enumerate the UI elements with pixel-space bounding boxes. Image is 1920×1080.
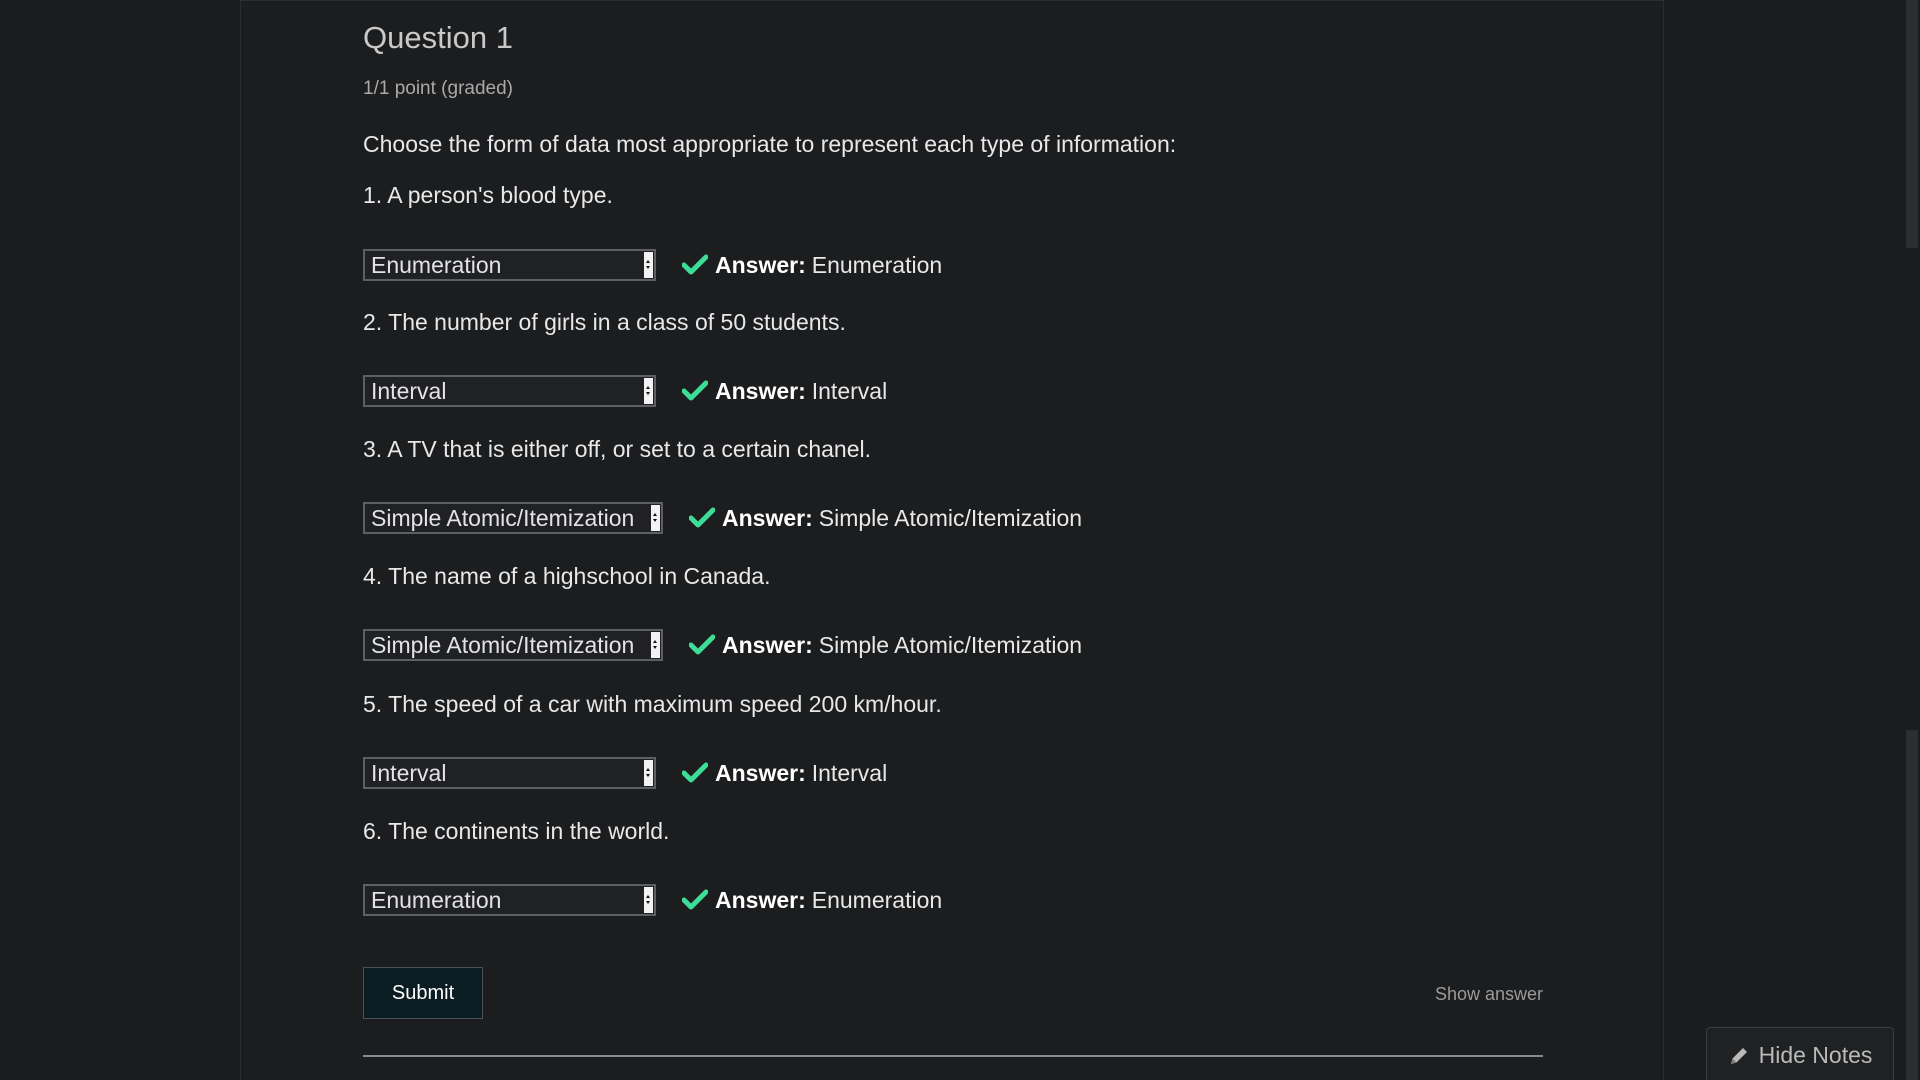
scrollbar-thumb[interactable] [1906, 0, 1918, 248]
answer-select-value: Interval [371, 759, 447, 786]
answer-select-value: Simple Atomic/Itemization [371, 631, 635, 658]
answer-select-5[interactable]: Interval [363, 757, 656, 789]
answer-select-value: Simple Atomic/Itemization [371, 504, 635, 531]
select-arrow-icon [644, 378, 653, 404]
answer-select-value: Interval [371, 377, 447, 404]
check-icon [689, 505, 715, 531]
answer-row-3: Simple Atomic/Itemization Answer: Simple… [363, 502, 1082, 534]
answer-select-value: Enumeration [371, 886, 502, 913]
hide-notes-button[interactable]: Hide Notes [1706, 1027, 1894, 1080]
hide-notes-label: Hide Notes [1758, 1042, 1873, 1068]
submit-button[interactable]: Submit [363, 967, 483, 1019]
item-prompt-5: 5. The speed of a car with maximum speed… [363, 691, 942, 717]
answer-row-6: Enumeration Answer: Enumeration [363, 884, 942, 916]
answer-label: Answer: [722, 504, 813, 531]
answer-select-3[interactable]: Simple Atomic/Itemization [363, 502, 663, 534]
content-column [240, 0, 1664, 1080]
answer-label: Answer: [715, 759, 806, 786]
check-icon [682, 378, 708, 404]
check-icon [682, 252, 708, 278]
show-answer-button[interactable]: Show answer [1435, 984, 1543, 1005]
answer-value: Interval [811, 759, 888, 786]
pencil-icon [1728, 1045, 1750, 1067]
answer-value: Enumeration [811, 886, 943, 913]
item-prompt-1: 1. A person's blood type. [363, 182, 613, 208]
answer-row-5: Interval Answer: Interval [363, 757, 887, 789]
item-prompt-3: 3. A TV that is either off, or set to a … [363, 436, 871, 462]
question-points: 1/1 point (graded) [363, 78, 513, 99]
answer-select-2[interactable]: Interval [363, 375, 656, 407]
select-arrow-icon [644, 252, 653, 278]
answer-select-4[interactable]: Simple Atomic/Itemization [363, 629, 663, 661]
answer-label: Answer: [722, 631, 813, 658]
answer-label: Answer: [715, 886, 806, 913]
answer-row-1: Enumeration Answer: Enumeration [363, 249, 942, 281]
answer-value: Interval [811, 377, 888, 404]
item-prompt-2: 2. The number of girls in a class of 50 … [363, 309, 846, 335]
answer-label: Answer: [715, 377, 806, 404]
item-prompt-4: 4. The name of a highschool in Canada. [363, 563, 771, 589]
divider [363, 1055, 1543, 1057]
answer-row-2: Interval Answer: Interval [363, 375, 887, 407]
check-icon [682, 887, 708, 913]
question-title: Question 1 [363, 20, 513, 55]
answer-value: Enumeration [811, 251, 943, 278]
answer-label: Answer: [715, 251, 806, 278]
answer-select-value: Enumeration [371, 251, 502, 278]
select-arrow-icon [644, 887, 653, 913]
select-arrow-icon [651, 632, 660, 658]
check-icon [682, 760, 708, 786]
answer-select-1[interactable]: Enumeration [363, 249, 656, 281]
answer-value: Simple Atomic/Itemization [818, 631, 1083, 658]
question-instruction: Choose the form of data most appropriate… [363, 131, 1177, 157]
answer-value: Simple Atomic/Itemization [818, 504, 1083, 531]
select-arrow-icon [651, 505, 660, 531]
check-icon [689, 632, 715, 658]
answer-row-4: Simple Atomic/Itemization Answer: Simple… [363, 629, 1082, 661]
item-prompt-6: 6. The continents in the world. [363, 818, 670, 844]
answer-select-6[interactable]: Enumeration [363, 884, 656, 916]
scrollbar-thumb[interactable] [1906, 730, 1918, 1080]
page: Question 1 1/1 point (graded) Choose the… [0, 0, 1920, 1080]
select-arrow-icon [644, 760, 653, 786]
